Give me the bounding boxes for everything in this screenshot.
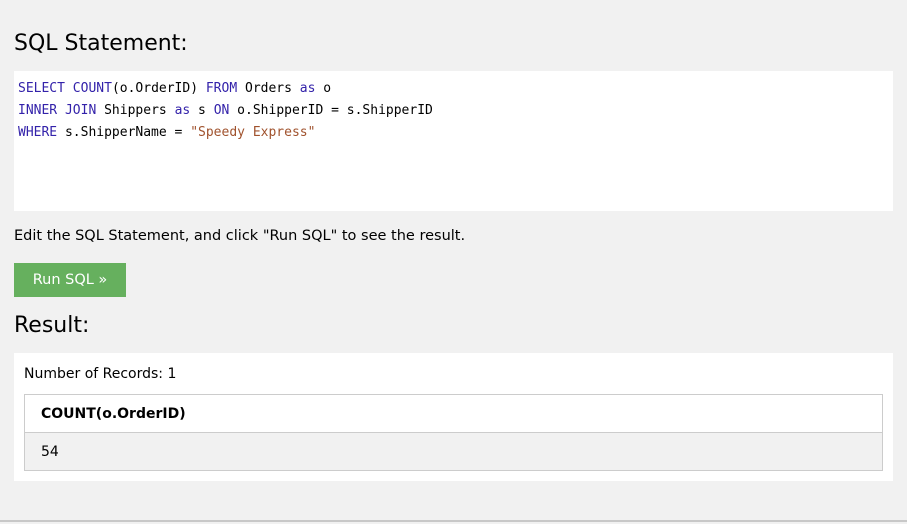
sql-text: o bbox=[315, 81, 332, 96]
sql-line: WHERE s.ShipperName = "Speedy Express" bbox=[18, 122, 889, 144]
result-panel: Number of Records: 1 COUNT(o.OrderID) 54 bbox=[14, 353, 893, 481]
instruction-text: Edit the SQL Statement, and click "Run S… bbox=[14, 228, 466, 244]
sql-statement-heading: SQL Statement: bbox=[14, 31, 188, 56]
sql-string: "Speedy Express" bbox=[190, 125, 316, 140]
sql-keyword: as bbox=[299, 81, 316, 96]
sql-text: s.ShipperName = bbox=[57, 125, 191, 140]
sql-text: (o.OrderID) bbox=[111, 81, 206, 96]
sql-keyword: COUNT bbox=[72, 81, 112, 96]
bottom-divider bbox=[0, 520, 907, 522]
sql-keyword: FROM bbox=[205, 81, 238, 96]
sql-keyword: JOIN bbox=[64, 103, 97, 118]
result-table: COUNT(o.OrderID) 54 bbox=[24, 394, 883, 471]
sql-line: INNER JOIN Shippers as s ON o.ShipperID … bbox=[18, 100, 889, 122]
column-header: COUNT(o.OrderID) bbox=[24, 394, 883, 433]
table-header-row: COUNT(o.OrderID) bbox=[24, 394, 883, 433]
result-heading: Result: bbox=[14, 313, 90, 338]
sql-keyword: INNER bbox=[18, 103, 58, 118]
sql-text: o.ShipperID = s.ShipperID bbox=[229, 103, 433, 118]
sql-keyword: as bbox=[174, 103, 191, 118]
sql-editor[interactable]: SELECT COUNT(o.OrderID) FROM Orders as o… bbox=[14, 71, 893, 211]
table-cell: 54 bbox=[24, 432, 883, 471]
sql-text: Orders bbox=[237, 81, 300, 96]
sql-keyword: WHERE bbox=[18, 125, 58, 140]
sql-text: s bbox=[190, 103, 214, 118]
table-row: 54 bbox=[24, 432, 883, 471]
sql-text: Shippers bbox=[96, 103, 175, 118]
record-count: Number of Records: 1 bbox=[24, 366, 177, 382]
run-sql-button[interactable]: Run SQL » bbox=[14, 263, 126, 297]
sql-line: SELECT COUNT(o.OrderID) FROM Orders as o bbox=[18, 78, 889, 100]
sql-keyword: SELECT bbox=[18, 81, 65, 96]
sql-keyword: ON bbox=[213, 103, 230, 118]
